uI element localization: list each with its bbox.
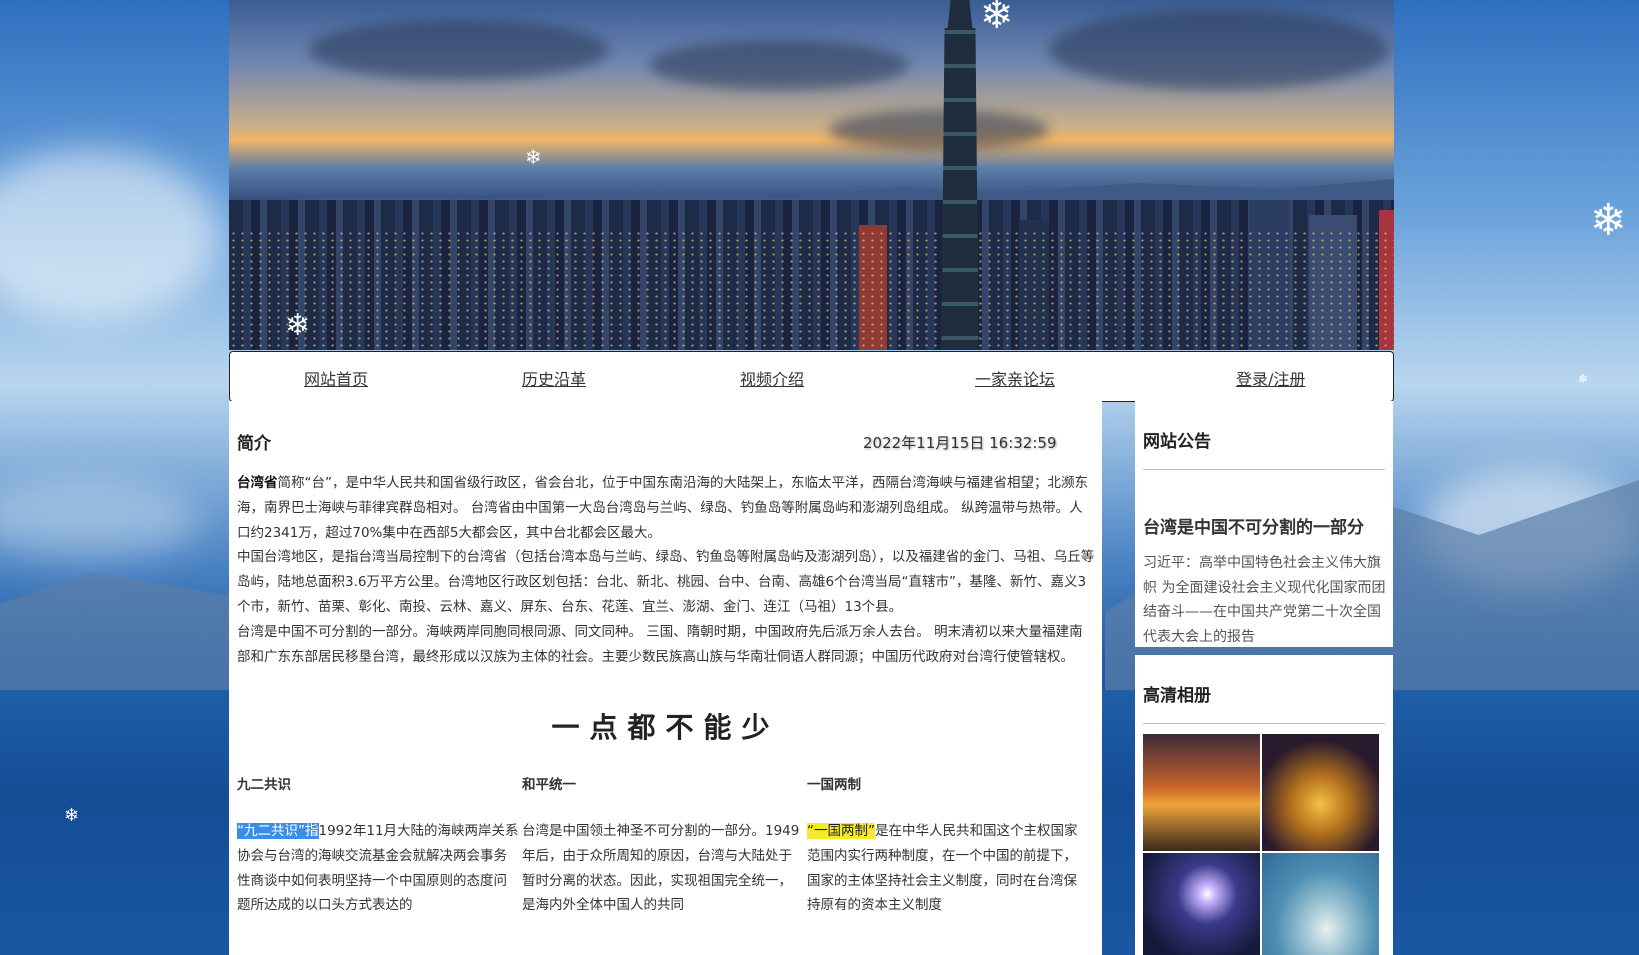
snowflake-icon: ❄ — [285, 308, 311, 343]
snowflake-icon: ❄ — [1578, 372, 1589, 386]
intro-paragraph: 台湾是中国不可分割的一部分。海峡两岸同胞同根同源、同文同种。 三国、隋朝时期，中… — [237, 623, 1083, 665]
policy-column-consensus: 九二共识 “九二共识”指1992年11月大陆的海峡两岸关系协会与台湾的海峡交流基… — [237, 773, 519, 918]
divider — [1143, 723, 1385, 724]
notice-heading: 网站公告 — [1143, 432, 1211, 452]
column-text: “九二共识”指1992年11月大陆的海峡两岸关系协会与台湾的海峡交流基金会就解决… — [237, 823, 519, 914]
column-title: 九二共识 — [237, 777, 291, 793]
slogan-heading: 一点都不能少 — [551, 711, 780, 744]
policy-column-reunification: 和平统一 台湾是中国领土神圣不可分割的一部分。1949年后，由于众所周知的原因，… — [522, 773, 804, 918]
album-heading: 高清相册 — [1143, 686, 1211, 706]
nav-history-link[interactable]: 历史沿革 — [522, 366, 586, 390]
nav-forum-link[interactable]: 一家亲论坛 — [975, 366, 1055, 390]
hero-banner-image — [229, 0, 1394, 350]
datetime-display: 2022年11月15日 16:32:59 — [863, 434, 1057, 452]
intro-bold-term: 台湾省 — [237, 475, 278, 491]
notice-panel: 网站公告 台湾是中国不可分割的一部分 习近平：高举中国特色社会主义伟大旗帜 为全… — [1135, 401, 1393, 647]
snowflake-icon: ❄ — [64, 805, 80, 826]
main-navigation: 网站首页 历史沿革 视频介绍 一家亲论坛 登录/注册 — [229, 351, 1394, 402]
notice-title[interactable]: 台湾是中国不可分割的一部分 — [1143, 513, 1364, 538]
album-photo-fireworks[interactable] — [1143, 853, 1260, 955]
divider — [1143, 469, 1385, 470]
highlighted-text[interactable]: “一国两制” — [807, 823, 875, 839]
album-photo-island-aerial[interactable] — [1262, 853, 1379, 955]
album-panel: 高清相册 — [1135, 655, 1393, 955]
column-text: “一国两制”是在中华人民共和国这个主权国家范围内实行两种制度，在一个中国的前提下… — [807, 823, 1078, 914]
intro-text: 台湾省简称“台”，是中华人民共和国省级行政区，省会台北，位于中国东南沿海的大陆架… — [237, 471, 1095, 669]
background-cloud — [0, 150, 220, 320]
nav-login-link[interactable]: 登录/注册 — [1236, 366, 1305, 390]
selected-text[interactable]: “九二共识”指 — [237, 823, 319, 839]
column-title: 和平统一 — [522, 777, 576, 793]
album-photo-wind-turbines[interactable] — [1143, 734, 1260, 851]
main-content: 简介 2022年11月15日 16:32:59 台湾省简称“台”，是中华人民共和… — [229, 401, 1102, 955]
intro-paragraph: 中国台湾地区，是指台湾当局控制下的台湾省（包括台湾本岛与兰屿、绿岛、钓鱼岛等附属… — [237, 549, 1095, 615]
notice-body[interactable]: 习近平：高举中国特色社会主义伟大旗帜 为全面建设社会主义现代化国家而团结奋斗——… — [1143, 551, 1387, 647]
intro-paragraph: 台湾省简称“台”，是中华人民共和国省级行政区，省会台北，位于中国东南沿海的大陆架… — [237, 475, 1088, 541]
nav-video-link[interactable]: 视频介绍 — [740, 366, 804, 390]
snowflake-icon: ❄ — [1590, 195, 1627, 246]
snowflake-icon: ❄ — [980, 0, 1014, 38]
album-photo-palace-night[interactable] — [1262, 734, 1379, 851]
nav-home-link[interactable]: 网站首页 — [304, 366, 368, 390]
section-title: 简介 — [237, 434, 271, 454]
background-cloud — [0, 480, 200, 560]
column-title: 一国两制 — [807, 777, 861, 793]
policy-column-one-country: 一国两制 “一国两制”是在中华人民共和国这个主权国家范围内实行两种制度，在一个中… — [807, 773, 1089, 918]
background-mountain — [0, 572, 229, 700]
snowflake-icon: ❄ — [525, 145, 542, 169]
column-text: 台湾是中国领土神圣不可分割的一部分。1949年后，由于众所周知的原因，台湾与大陆… — [522, 823, 800, 914]
